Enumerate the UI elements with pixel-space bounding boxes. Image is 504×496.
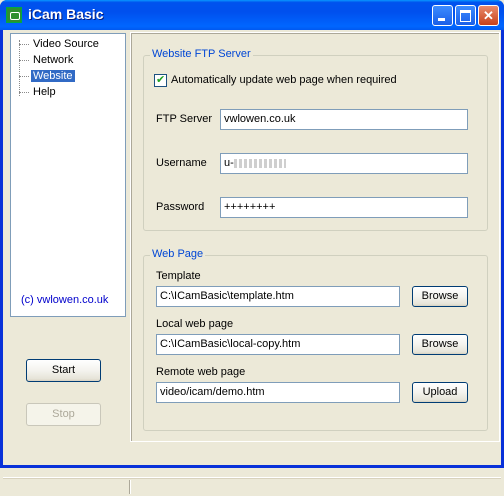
ftp-group-title: Website FTP Server [150,48,253,60]
password-input[interactable]: ++++++++ [220,197,468,218]
tree-item-label: Help [33,86,56,98]
tree-item-help[interactable]: Help [15,85,58,99]
status-bar-divider [129,480,131,494]
ftp-server-input[interactable]: vwlowen.co.uk [220,109,468,130]
tree-item-video-source[interactable]: Video Source [15,37,101,51]
ftp-server-group: Website FTP Server Automatically update … [143,48,488,231]
client-area: Video Source Network Website Help (c) vw… [3,30,501,494]
remote-web-page-label: Remote web page [156,366,246,378]
copyright-text: (c) vwlowen.co.uk [21,294,109,306]
local-browse-button[interactable]: Browse [412,334,468,355]
tree-item-label: Video Source [33,38,99,50]
template-label: Template [156,270,201,282]
local-web-page-label: Local web page [156,318,234,330]
username-label: Username [156,157,207,169]
maximize-button[interactable] [455,5,476,26]
username-input[interactable]: u- [220,153,468,174]
tree-item-label: Website [31,70,75,82]
camera-icon [6,7,22,23]
minimize-button[interactable] [432,5,453,26]
password-label: Password [156,201,205,213]
template-browse-button[interactable]: Browse [412,286,468,307]
website-settings-panel: Website FTP Server Automatically update … [130,32,500,442]
template-input[interactable]: C:\ICamBasic\template.htm [156,286,400,307]
window-title: iCam Basic [28,6,104,22]
title-bar[interactable]: iCam Basic [0,0,504,30]
local-web-page-input[interactable]: C:\ICamBasic\local-copy.htm [156,334,400,355]
redacted-username-mask [233,158,286,168]
tree-item-network[interactable]: Network [15,53,75,67]
close-button[interactable] [478,5,499,26]
ftp-server-label: FTP Server [156,113,213,125]
remote-web-page-input[interactable]: video/icam/demo.htm [156,382,400,403]
web-page-group: Web Page Template C:\ICamBasic\template.… [143,248,488,431]
web-page-group-title: Web Page [150,248,206,260]
upload-button[interactable]: Upload [412,382,468,403]
username-value: u- [224,157,234,169]
navigation-tree: Video Source Network Website Help (c) vw… [10,33,126,317]
tree-item-website[interactable]: Website [15,69,75,83]
status-bar [3,477,501,496]
start-button[interactable]: Start [26,359,101,382]
auto-update-label[interactable]: Automatically update web page when requi… [171,74,397,86]
auto-update-checkbox[interactable] [154,73,167,87]
app-window: iCam Basic Video Source Network Website … [0,0,504,494]
tree-item-label: Network [33,54,74,66]
stop-button[interactable]: Stop [26,403,101,426]
